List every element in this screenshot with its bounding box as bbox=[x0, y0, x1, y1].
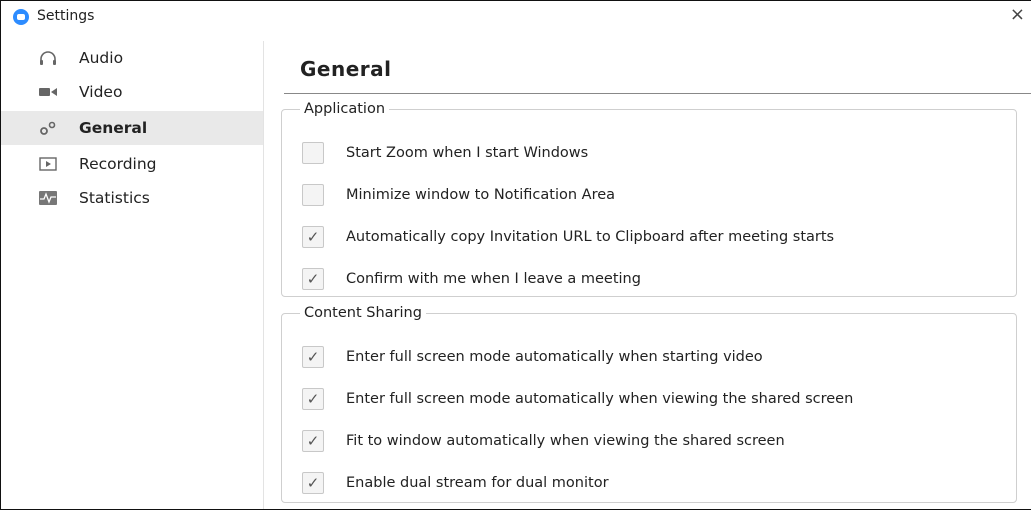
sidebar-item-statistics[interactable]: Statistics bbox=[1, 181, 263, 215]
option-label: Confirm with me when I leave a meeting bbox=[346, 271, 641, 287]
option-label: Automatically copy Invitation URL to Cli… bbox=[346, 229, 835, 245]
sidebar-item-label: Video bbox=[79, 83, 123, 101]
checkbox[interactable] bbox=[302, 142, 324, 164]
option-minimize-to-notification-area[interactable]: Minimize window to Notification Area bbox=[302, 183, 615, 207]
option-start-zoom-with-windows[interactable]: Start Zoom when I start Windows bbox=[302, 141, 588, 165]
sidebar-item-audio[interactable]: Audio bbox=[1, 41, 263, 75]
close-icon[interactable]: × bbox=[1010, 5, 1025, 25]
option-confirm-leave-meeting[interactable]: ✓ Confirm with me when I leave a meeting bbox=[302, 267, 641, 291]
checkbox[interactable]: ✓ bbox=[302, 268, 324, 290]
checkbox[interactable]: ✓ bbox=[302, 346, 324, 368]
checkbox[interactable]: ✓ bbox=[302, 430, 324, 452]
settings-window: Settings × Audio Video General Recording… bbox=[0, 0, 1031, 510]
title-divider bbox=[284, 93, 1031, 94]
window-title: Settings bbox=[37, 8, 95, 24]
option-copy-invitation-url[interactable]: ✓ Automatically copy Invitation URL to C… bbox=[302, 225, 834, 249]
video-camera-icon bbox=[37, 83, 59, 101]
option-fullscreen-shared-screen[interactable]: ✓ Enter full screen mode automatically w… bbox=[302, 387, 853, 411]
sidebar-item-general[interactable]: General bbox=[1, 111, 263, 145]
checkbox[interactable]: ✓ bbox=[302, 226, 324, 248]
option-label: Enable dual stream for dual monitor bbox=[346, 475, 609, 491]
recording-icon bbox=[37, 155, 59, 173]
option-label: Enter full screen mode automatically whe… bbox=[346, 391, 854, 407]
option-fullscreen-starting-video[interactable]: ✓ Enter full screen mode automatically w… bbox=[302, 345, 763, 369]
sidebar-item-label: Recording bbox=[79, 155, 157, 173]
option-dual-stream[interactable]: ✓ Enable dual stream for dual monitor bbox=[302, 471, 609, 495]
sidebar-item-label: Audio bbox=[79, 49, 124, 67]
option-label: Enter full screen mode automatically whe… bbox=[346, 349, 763, 365]
sidebar-item-recording[interactable]: Recording bbox=[1, 147, 263, 181]
option-fit-to-window[interactable]: ✓ Fit to window automatically when viewi… bbox=[302, 429, 785, 453]
group-legend: Content Sharing bbox=[304, 305, 422, 321]
checkbox[interactable] bbox=[302, 184, 324, 206]
title-bar: Settings × bbox=[1, 1, 1031, 31]
zoom-app-icon bbox=[13, 9, 29, 25]
page-title: General bbox=[300, 57, 392, 81]
checkbox[interactable]: ✓ bbox=[302, 388, 324, 410]
group-legend: Application bbox=[304, 101, 386, 117]
option-label: Start Zoom when I start Windows bbox=[346, 145, 589, 161]
option-label: Fit to window automatically when viewing… bbox=[346, 433, 785, 449]
sidebar-item-video[interactable]: Video bbox=[1, 75, 263, 109]
application-group: Application Start Zoom when I start Wind… bbox=[281, 101, 1017, 297]
sidebar-item-label: Statistics bbox=[79, 189, 150, 207]
option-label: Minimize window to Notification Area bbox=[346, 187, 616, 203]
sidebar: Audio Video General Recording Statistics bbox=[1, 35, 263, 505]
statistics-icon bbox=[37, 189, 59, 207]
checkbox[interactable]: ✓ bbox=[302, 472, 324, 494]
headphones-icon bbox=[37, 49, 59, 67]
sidebar-item-label: General bbox=[79, 119, 148, 137]
gears-icon bbox=[37, 119, 59, 137]
content-sharing-group: Content Sharing ✓ Enter full screen mode… bbox=[281, 305, 1017, 503]
main-panel: General Application Start Zoom when I st… bbox=[264, 31, 1031, 509]
